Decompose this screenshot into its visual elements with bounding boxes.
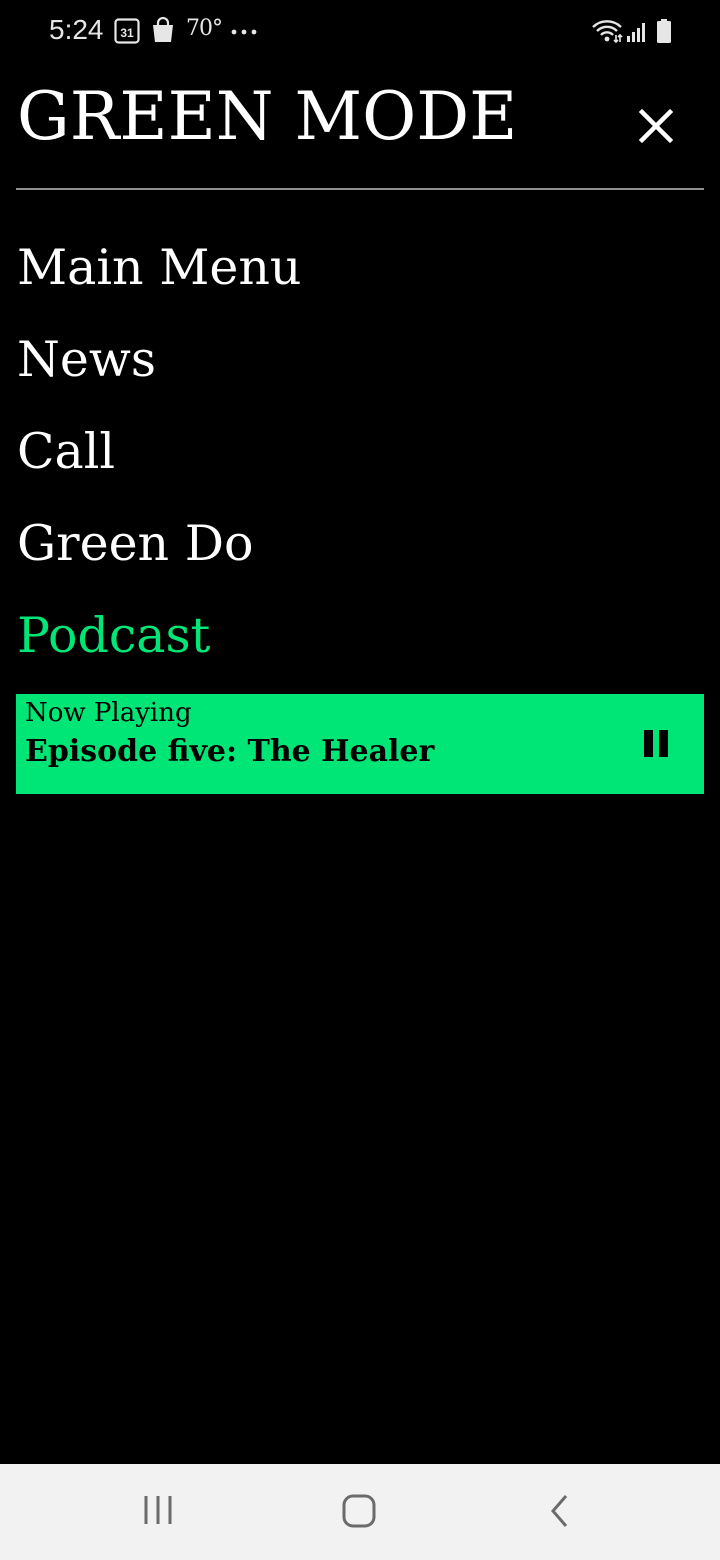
menu-item-green-do[interactable]: Green Do: [17, 508, 301, 600]
close-icon: [638, 108, 674, 144]
more-icon: [231, 29, 257, 35]
navigation-menu: Main Menu News Call Green Do Podcast: [17, 232, 301, 692]
menu-item-news[interactable]: News: [17, 324, 301, 416]
menu-item-call[interactable]: Call: [17, 416, 301, 508]
home-button[interactable]: [300, 1464, 420, 1560]
signal-icon: [627, 23, 645, 42]
now-playing-label: Now Playing: [25, 698, 192, 728]
wifi-icon: [592, 20, 623, 44]
now-playing-bar[interactable]: Now Playing Episode five: The Healer: [16, 694, 704, 794]
calendar-icon: 31: [114, 18, 140, 44]
calendar-day: 31: [120, 26, 134, 40]
header-divider: [16, 188, 704, 190]
status-bar: 5:24 31 70°: [0, 0, 720, 64]
menu-item-podcast[interactable]: Podcast: [17, 600, 301, 692]
shopping-bag-icon: [153, 17, 173, 42]
status-temperature: 70°: [186, 16, 223, 41]
menu-item-main-menu[interactable]: Main Menu: [17, 232, 301, 324]
status-time: 5:24: [49, 14, 104, 45]
back-icon: [551, 1495, 568, 1527]
app-title: GREEN MODE: [17, 78, 518, 155]
battery-icon: [657, 19, 671, 43]
system-nav-bar: [0, 1464, 720, 1560]
recent-apps-icon: [144, 1496, 172, 1524]
close-button[interactable]: [633, 103, 679, 149]
recent-apps-button[interactable]: [98, 1464, 218, 1560]
pause-button[interactable]: [638, 726, 674, 762]
episode-title: Episode five: The Healer: [25, 734, 435, 769]
home-icon: [342, 1494, 376, 1528]
back-button[interactable]: [500, 1464, 620, 1560]
